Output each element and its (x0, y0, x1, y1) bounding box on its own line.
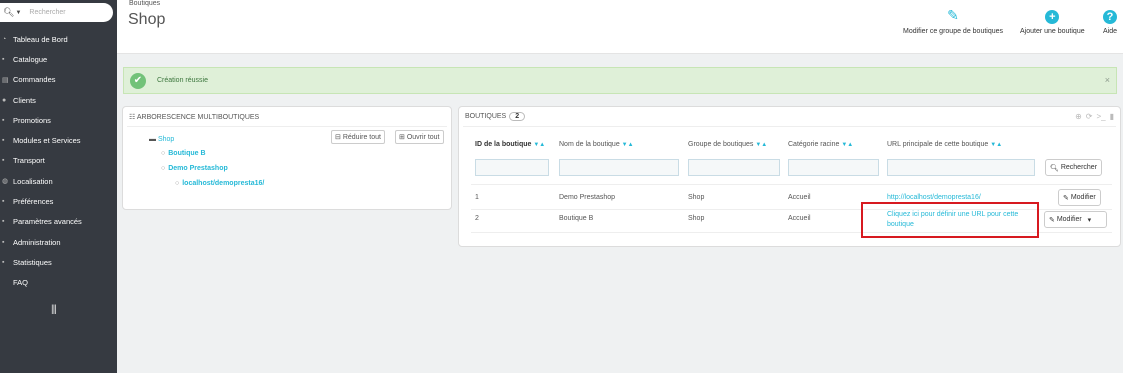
plus-circle-icon: + (1045, 10, 1060, 24)
edit-button[interactable]: ✎ Modifier ▾ (1044, 211, 1107, 228)
transport-icon: ▪ (2, 157, 5, 165)
promotions-icon: ▪ (2, 116, 5, 124)
pencil-icon: ✎ (1049, 216, 1055, 224)
shop-url-link[interactable]: http://localhost/demopresta16/ (887, 194, 981, 201)
tree-node-boutique-b[interactable]: ○ Boutique B (161, 150, 206, 157)
sidebar-item-localisation[interactable]: ◍ Localisation (0, 171, 117, 191)
page-header: Boutiques Shop ✎ Modifier ce groupe de b… (117, 0, 1123, 54)
sidebar-item-customers[interactable]: ● Clients (0, 90, 117, 110)
expand-all-button[interactable]: ⊞ Ouvrir tout (395, 130, 444, 144)
preferences-icon: ▪ (2, 198, 5, 206)
sitemap-icon: ☷ (129, 114, 136, 121)
localisation-icon: ◍ (2, 178, 9, 186)
sidebar-item-transport[interactable]: ▪ Transport (0, 151, 117, 171)
cell-id: 2 (475, 215, 479, 222)
advanced-settings-icon: ▪ (2, 218, 5, 226)
filter-name-input[interactable] (559, 159, 679, 176)
highlight-box (861, 202, 1039, 238)
sort-icon[interactable]: ▼▲ (841, 142, 853, 148)
panel-title: ARBORESCENCE MULTIBOUTIQUES (136, 114, 260, 121)
cell-id: 1 (475, 194, 479, 201)
administration-icon: ▪ (2, 238, 5, 246)
search-icon: 🔍︎ (1050, 164, 1059, 172)
sidebar-item-catalog[interactable]: ▪ Catalogue (0, 49, 117, 69)
column-header-id[interactable]: ID de la boutique ▼▲ (475, 141, 545, 148)
sidebar-item-faq[interactable]: FAQ (0, 273, 117, 293)
edit-group-button[interactable]: ✎ Modifier ce groupe de boutiques (903, 7, 1003, 36)
stats-icon: ▪ (2, 258, 5, 266)
divider (127, 126, 447, 127)
refresh-icon[interactable]: ⟳ (1086, 112, 1093, 121)
delete-icon[interactable]: ▮ (1110, 112, 1114, 121)
sidebar-item-advanced-settings[interactable]: ▪ Paramètres avancés (0, 212, 117, 232)
sql-icon[interactable]: >_ (1096, 112, 1105, 121)
sidebar-item-stats[interactable]: ▪ Statistiques (0, 252, 117, 272)
page-title: Shop (128, 11, 166, 28)
dashboard-icon: ◔ (2, 35, 7, 43)
success-alert: ✔ Création réussie × (123, 67, 1117, 94)
edit-button[interactable]: ✎ Modifier (1058, 189, 1101, 206)
sidebar-item-promotions[interactable]: ▪ Promotions (0, 110, 117, 130)
add-shop-button[interactable]: + Ajouter une boutique (1020, 8, 1085, 35)
column-header-name[interactable]: Nom de la boutique ▼▲ (559, 141, 634, 148)
cell-group: Shop (688, 194, 705, 201)
tree-root-shop[interactable]: ▬ Shop (149, 136, 174, 143)
expand-icon: ⊞ (399, 134, 405, 141)
column-header-category[interactable]: Catégorie racine ▼▲ (788, 141, 853, 148)
collapse-icon: ⊟ (335, 134, 341, 141)
panel-title: BOUTIQUES (465, 113, 507, 120)
help-button[interactable]: ? Aide (1103, 8, 1117, 35)
modules-icon: ▪ (2, 137, 5, 145)
cell-group: Shop (688, 215, 705, 222)
edit-icon: ✎ (947, 7, 959, 23)
pencil-icon: ✎ (1063, 194, 1069, 202)
column-header-url[interactable]: URL principale de cette boutique ▼▲ (887, 141, 1002, 148)
help-icon: ? (1103, 10, 1117, 24)
cell-name: Boutique B (559, 215, 594, 222)
customers-icon: ● (2, 96, 7, 104)
close-icon[interactable]: × (1105, 75, 1110, 85)
collapse-menu-icon[interactable]: ||| (51, 304, 57, 315)
alert-message: Création réussie (157, 77, 208, 84)
panel-toolbar: ⊕ ⟳ >_ ▮ (1071, 112, 1114, 121)
count-badge: 2 (509, 112, 526, 121)
search-input[interactable]: Rechercher (29, 9, 65, 16)
cell-category: Accueil (788, 215, 811, 222)
tree-node-url[interactable]: ○ localhost/demopresta16/ (175, 180, 264, 187)
sidebar-item-preferences[interactable]: ▪ Préférences (0, 191, 117, 211)
search-box[interactable]: 🔍︎ ▼ Rechercher (0, 3, 113, 22)
sort-icon[interactable]: ▼▲ (622, 142, 634, 148)
sidebar-item-modules[interactable]: ▪ Modules et Services (0, 130, 117, 150)
add-icon[interactable]: ⊕ (1075, 112, 1082, 121)
sidebar-nav: ◔ Tableau de Bord ▪ Catalogue ▤ Commandes ●… (0, 29, 117, 293)
sidebar-item-dashboard[interactable]: ◔ Tableau de Bord (0, 29, 117, 49)
sort-icon[interactable]: ▼▲ (533, 142, 545, 148)
chevron-down-icon[interactable]: ▼ (15, 10, 21, 16)
check-circle-icon: ✔ (130, 73, 146, 89)
breadcrumb[interactable]: Boutiques (129, 0, 160, 7)
filter-group-input[interactable] (688, 159, 780, 176)
filter-url-input[interactable] (887, 159, 1035, 176)
sort-icon[interactable]: ▼▲ (755, 142, 767, 148)
divider (463, 126, 1116, 127)
cell-name: Demo Prestashop (559, 194, 616, 201)
catalog-icon: ▪ (2, 55, 5, 63)
orders-icon: ▤ (2, 76, 9, 84)
sidebar-item-administration[interactable]: ▪ Administration (0, 232, 117, 252)
sidebar-item-orders[interactable]: ▤ Commandes (0, 70, 117, 90)
collapse-all-button[interactable]: ⊟ Réduire tout (331, 130, 385, 144)
search-icon[interactable]: 🔍︎ (3, 7, 14, 18)
search-button[interactable]: 🔍︎ Rechercher (1045, 159, 1103, 176)
filter-category-input[interactable] (788, 159, 879, 176)
sort-icon[interactable]: ▼▲ (990, 142, 1002, 148)
sidebar: 🔍︎ ▼ Rechercher ◔ Tableau de Bord ▪ Catalo… (0, 0, 117, 373)
tree-node-demo-prestashop[interactable]: ○ Demo Prestashop (161, 165, 228, 172)
column-header-group[interactable]: Groupe de boutiques ▼▲ (688, 141, 767, 148)
folder-icon: ▬ (149, 136, 156, 143)
cell-category: Accueil (788, 194, 811, 201)
divider (471, 184, 1112, 185)
multishop-tree-panel: ☷ ARBORESCENCE MULTIBOUTIQUES ⊟ Réduire … (122, 106, 452, 210)
filter-id-input[interactable] (475, 159, 549, 176)
chevron-down-icon[interactable]: ▾ (1088, 216, 1092, 224)
